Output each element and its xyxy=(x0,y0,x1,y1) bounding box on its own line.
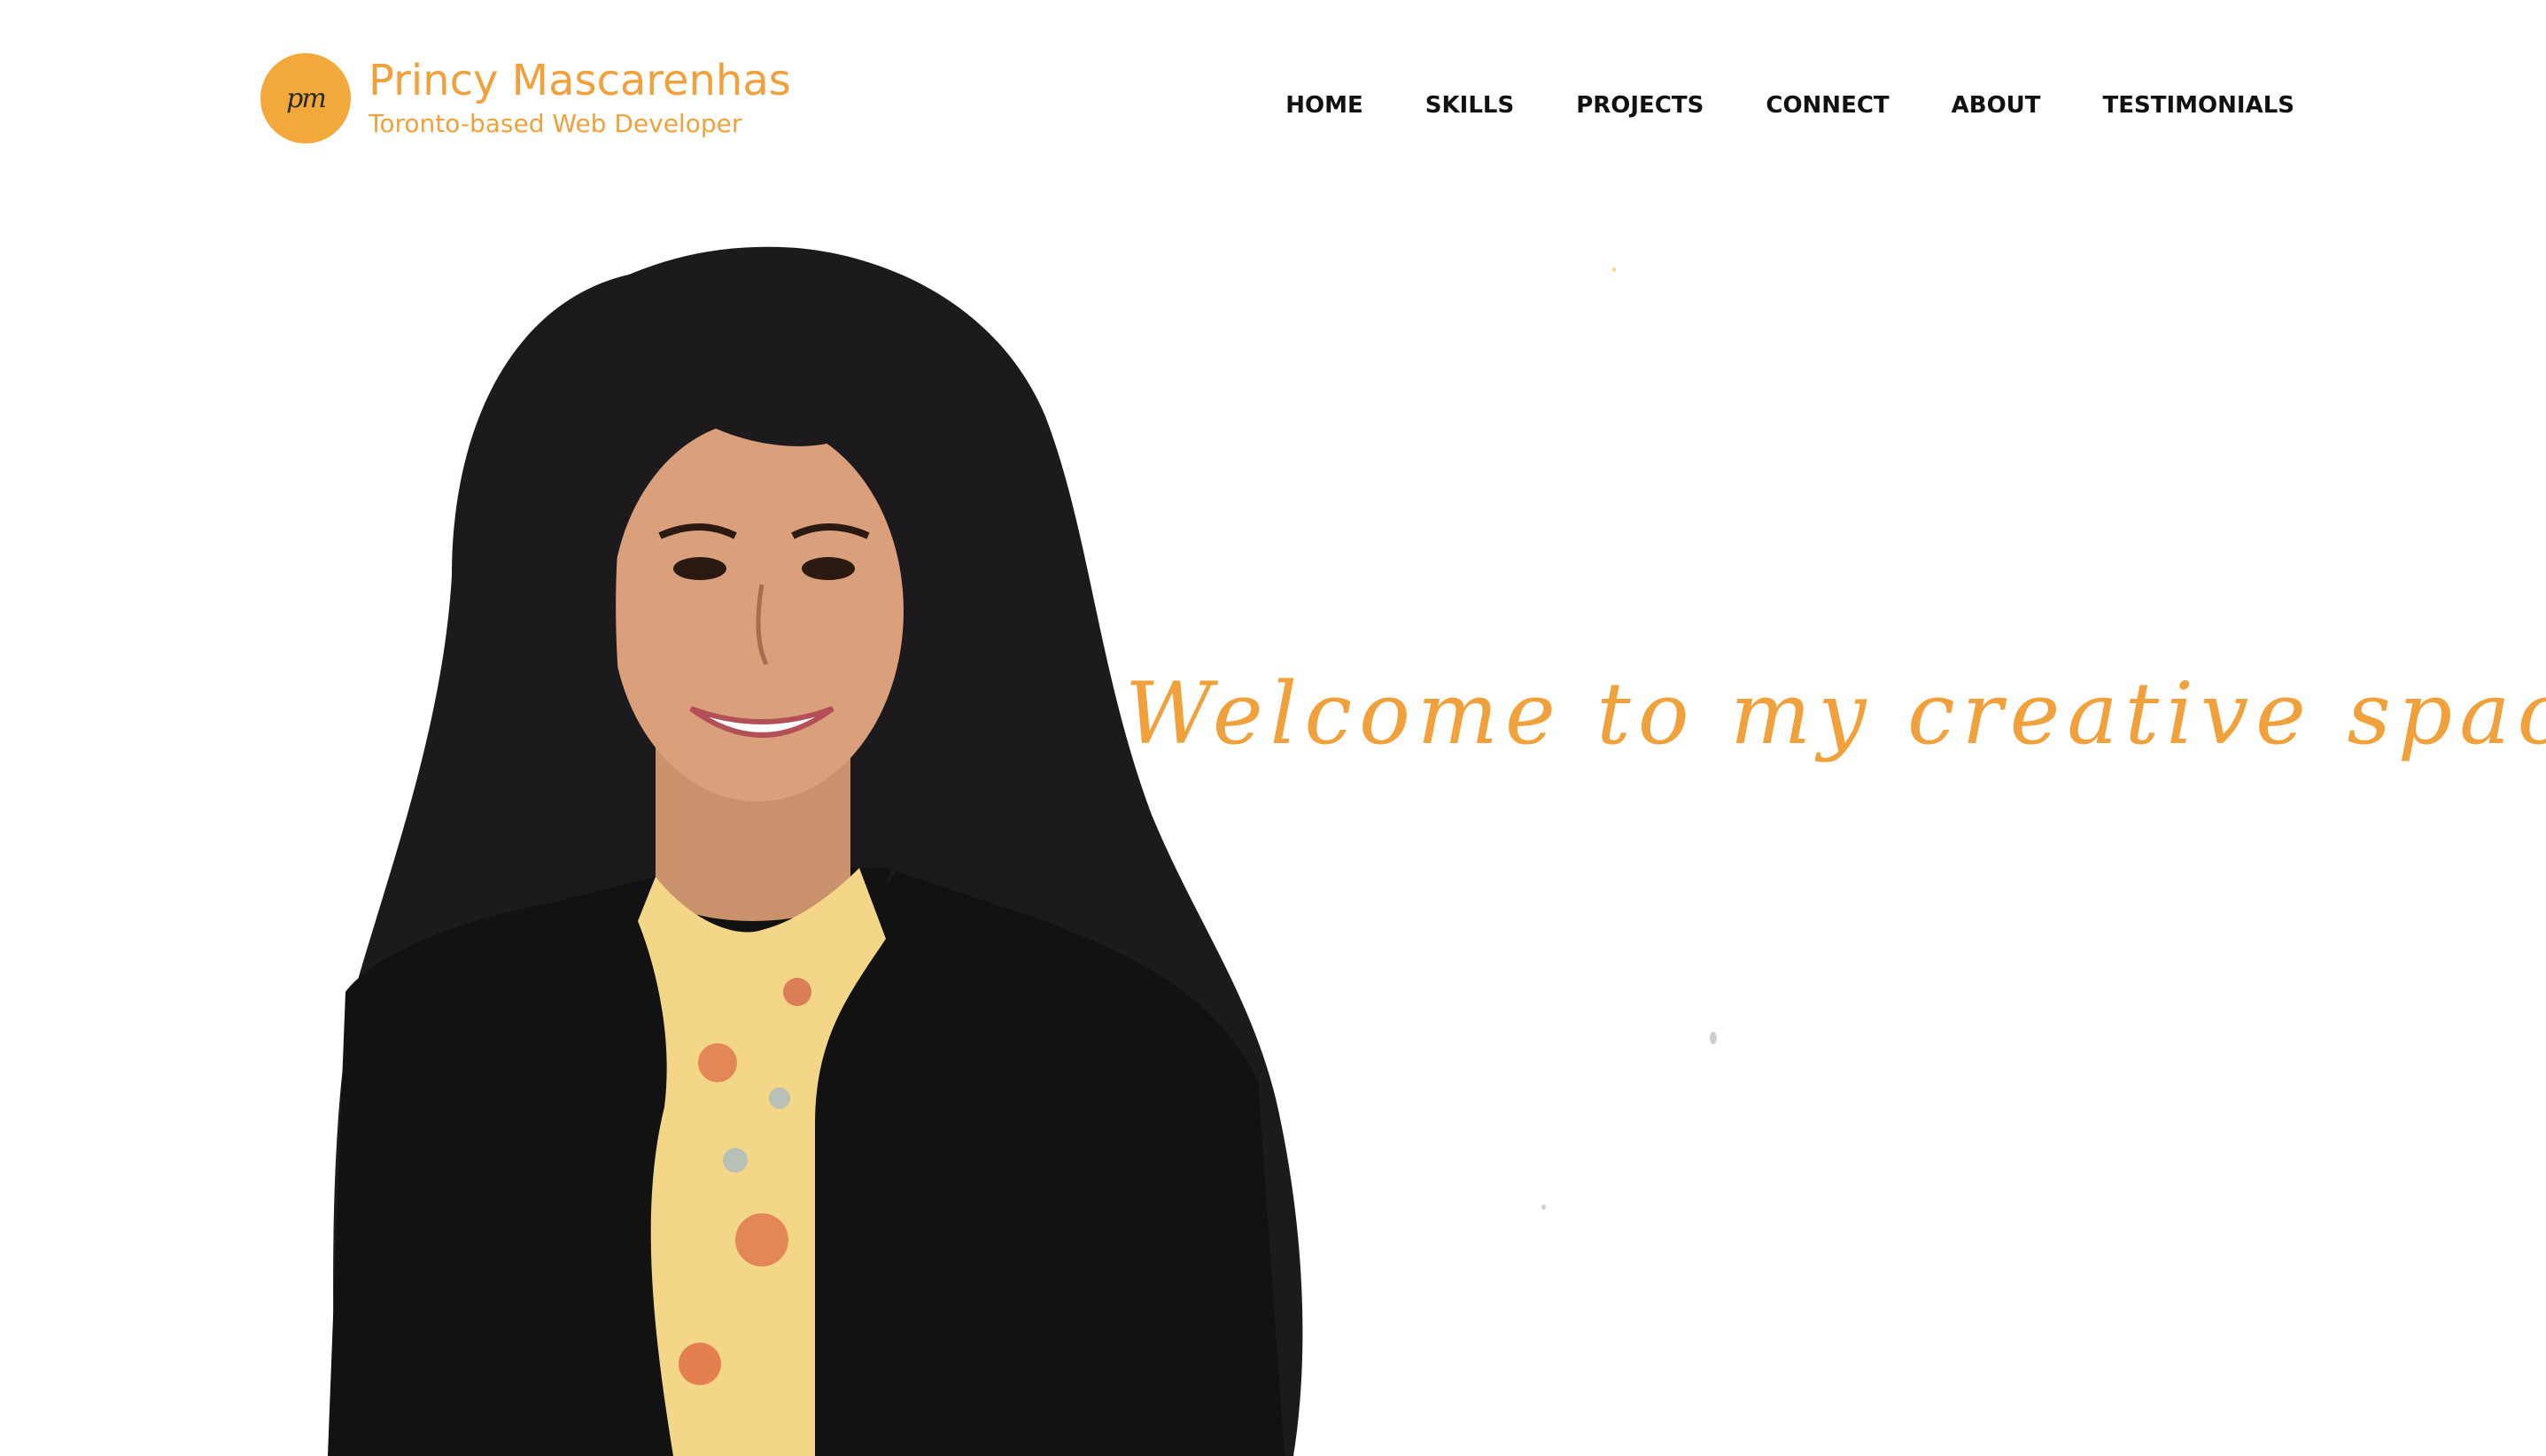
logo-initials: pm xyxy=(286,82,327,114)
portrait-photo xyxy=(328,246,1303,1456)
brand-home-link[interactable]: pm Princy Mascarenhas Toronto-based Web … xyxy=(260,53,791,143)
speck-3 xyxy=(1612,267,1616,272)
nav-projects[interactable]: PROJECTS xyxy=(1576,92,1704,119)
speck-2 xyxy=(1541,1204,1546,1210)
nav-about[interactable]: ABOUT xyxy=(1952,92,2041,119)
nav-connect[interactable]: CONNECT xyxy=(1766,92,1889,119)
left-eye xyxy=(673,557,726,580)
nav-skills[interactable]: SKILLS xyxy=(1425,92,1514,119)
nav-testimonials[interactable]: TESTIMONIALS xyxy=(2103,92,2294,119)
brand-text: Princy Mascarenhas Toronto-based Web Dev… xyxy=(369,55,791,142)
speck-1 xyxy=(1710,1032,1717,1044)
hero-section: Welcome to my creative space! xyxy=(0,195,2546,1456)
nav-home[interactable]: HOME xyxy=(1285,92,1363,119)
welcome-heading: Welcome to my creative space! xyxy=(1125,664,2546,763)
main-nav: HOME SKILLS PROJECTS CONNECT ABOUT TESTI… xyxy=(1223,92,2294,119)
logo-badge: pm xyxy=(260,53,351,143)
site-title: Princy Mascarenhas xyxy=(369,56,791,105)
site-header: pm Princy Mascarenhas Toronto-based Web … xyxy=(0,0,2546,195)
right-eye xyxy=(802,557,855,580)
portfolio-page: pm Princy Mascarenhas Toronto-based Web … xyxy=(0,0,2546,1456)
site-tagline: Toronto-based Web Developer xyxy=(369,109,742,138)
